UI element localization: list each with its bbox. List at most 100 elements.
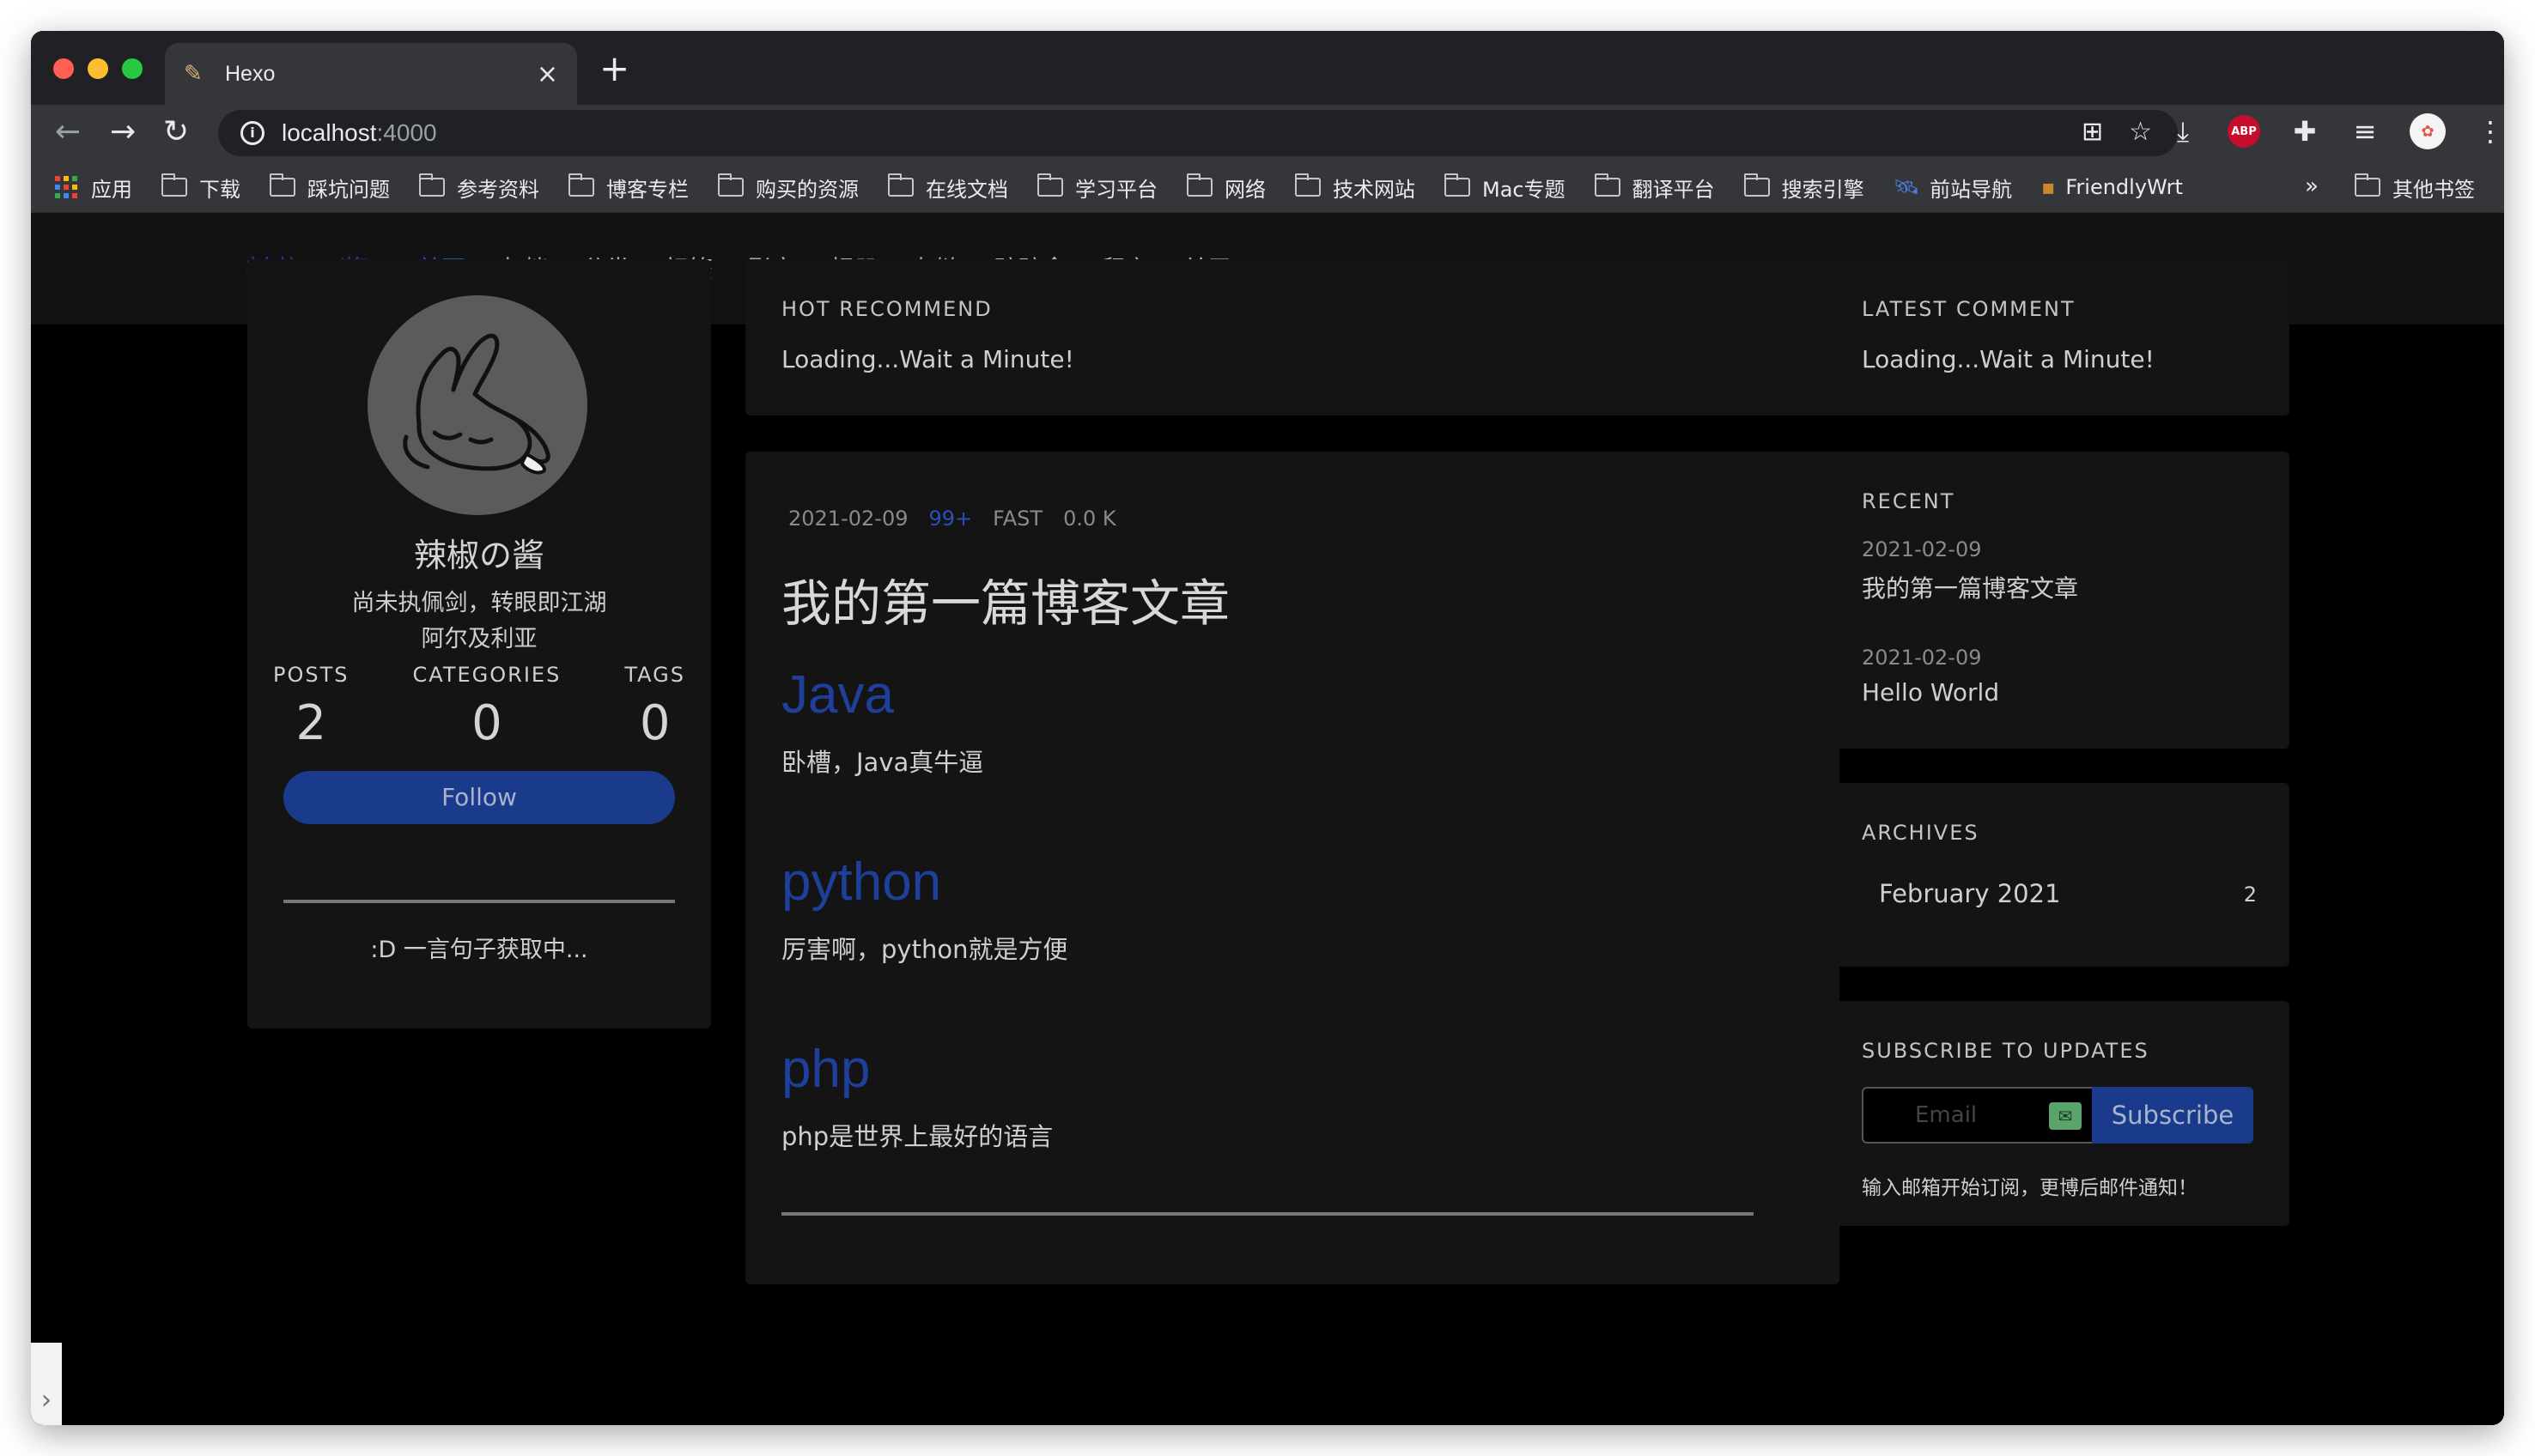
bookmark-label: 技术网站 bbox=[1333, 177, 1415, 202]
address-bar[interactable]: i localhost:4000 ⊞ ☆ bbox=[218, 110, 2178, 156]
divider bbox=[283, 900, 675, 903]
tab-title: Hexo bbox=[225, 61, 276, 86]
url-port: :4000 bbox=[376, 119, 437, 146]
tab-bar: ✎ Hexo × + bbox=[31, 31, 2504, 105]
follow-button[interactable]: Follow bbox=[283, 771, 675, 824]
divider bbox=[781, 1212, 1754, 1216]
loading-text: Loading...Wait a Minute! bbox=[781, 345, 1074, 373]
forward-arrow-icon[interactable]: → bbox=[110, 113, 136, 151]
bookmark-label: 购买的资源 bbox=[756, 177, 859, 202]
subscribe-form: Email ✉ Subscribe bbox=[1862, 1087, 2253, 1144]
media-queue-icon[interactable]: ≡ bbox=[2350, 115, 2380, 148]
bookmark-item[interactable]: 踩坑问题 bbox=[270, 173, 390, 203]
bookmark-label: Mac专题 bbox=[1482, 177, 1565, 202]
bookmark-item[interactable]: 翻译平台 bbox=[1594, 173, 1715, 203]
card-heading: HOT RECOMMEND bbox=[781, 297, 993, 321]
extensions-puzzle-icon[interactable]: ✚ bbox=[2289, 115, 2320, 148]
bookmark-star-icon[interactable]: ☆ bbox=[2129, 117, 2152, 147]
profile-avatar-icon[interactable]: ✿ bbox=[2410, 113, 2446, 149]
zoom-window-button[interactable] bbox=[122, 58, 143, 79]
close-window-button[interactable] bbox=[53, 58, 74, 79]
minimize-window-button[interactable] bbox=[88, 58, 108, 79]
bookmark-label: 前站导航 bbox=[1930, 177, 2013, 202]
card-heading: ARCHIVES bbox=[1862, 821, 1979, 845]
email-field[interactable]: Email ✉ bbox=[1862, 1087, 2092, 1144]
more-menu-icon[interactable]: ⋮ bbox=[2475, 115, 2504, 148]
card-heading: SUBSCRIBE TO UPDATES bbox=[1862, 1039, 2149, 1063]
site-info-icon[interactable]: i bbox=[240, 121, 264, 145]
mail-icon: ✉ bbox=[2049, 1102, 2082, 1130]
folder-icon bbox=[1187, 173, 1213, 197]
folder-icon bbox=[1444, 173, 1470, 197]
reload-icon[interactable]: ↻ bbox=[163, 113, 189, 151]
bookmark-item[interactable]: 参考资料 bbox=[419, 173, 539, 203]
other-bookmarks-label: 其他书签 bbox=[2392, 177, 2475, 202]
subscribe-button[interactable]: Subscribe bbox=[2092, 1087, 2253, 1144]
bookmark-item[interactable]: ▪ FriendlyWrt bbox=[2041, 175, 2183, 199]
archives-card: ARCHIVES February 2021 2 bbox=[1826, 783, 2289, 967]
new-tab-icon[interactable]: + bbox=[599, 51, 629, 87]
download-icon[interactable]: ⤓ bbox=[2167, 115, 2198, 149]
close-tab-icon[interactable]: × bbox=[537, 59, 558, 89]
stat-label: CATEGORIES bbox=[412, 663, 562, 687]
section-body: 卧槽，Java真牛逼 bbox=[781, 748, 984, 777]
bookmark-item[interactable]: 下载 bbox=[161, 173, 240, 203]
profile-motto: 尚未执佩剑，转眼即江湖 bbox=[351, 590, 607, 616]
stat-categories[interactable]: CATEGORIES 0 bbox=[413, 663, 562, 751]
folder-icon bbox=[888, 173, 914, 197]
recent-post-title: 我的第一篇博客文章 bbox=[1862, 574, 2079, 603]
bookmarks-bar: 应用 下载 踩坑问题 参考资料 博客专栏 购买的资源 在线文档 学习平台 网络 技术网站 Mac专题… bbox=[31, 161, 2504, 213]
other-bookmarks[interactable]: 其他书签 bbox=[2355, 161, 2475, 213]
card-heading: LATEST COMMENT bbox=[1862, 297, 2076, 321]
hexo-favicon-icon: ✎ bbox=[184, 61, 203, 87]
bookmark-item[interactable]: 在线文档 bbox=[888, 173, 1008, 203]
adblock-icon[interactable]: ABP bbox=[2228, 115, 2260, 148]
translate-icon[interactable]: ⊞ bbox=[2082, 117, 2103, 147]
bookmark-label: 学习平台 bbox=[1075, 177, 1158, 202]
post-card: 2021-02-09 99+ FAST 0.0 K 我的第一篇博客文章 Java… bbox=[745, 452, 1839, 1284]
apps-grid-icon bbox=[55, 176, 77, 198]
stat-label: TAGS bbox=[624, 663, 685, 687]
recent-post-date: 2021-02-09 bbox=[1862, 646, 1982, 670]
card-heading: RECENT bbox=[1862, 489, 1955, 513]
profile-card: 辣椒の酱 尚未执佩剑，转眼即江湖 阿尔及利亚 POSTS 2 CATEGORIE… bbox=[247, 259, 711, 1028]
url-host: localhost bbox=[282, 119, 377, 146]
post-title[interactable]: 我的第一篇博客文章 bbox=[781, 563, 1230, 635]
bookmarks-overflow-button[interactable]: » bbox=[2305, 173, 2319, 199]
bookmark-label: 踩坑问题 bbox=[307, 177, 390, 202]
bookmarks-list: 应用 下载 踩坑问题 参考资料 博客专栏 购买的资源 在线文档 学习平台 网络 技术网站 Mac专题… bbox=[55, 161, 2183, 213]
bookmark-item[interactable]: 学习平台 bbox=[1037, 173, 1158, 203]
bookmark-item[interactable]: 技术网站 bbox=[1295, 173, 1415, 203]
bookmark-item[interactable]: 应用 bbox=[55, 173, 132, 203]
bookmark-label: 博客专栏 bbox=[606, 177, 689, 202]
recent-post-date: 2021-02-09 bbox=[1862, 537, 1982, 561]
recent-posts-card: RECENT 2021-02-09 我的第一篇博客文章 2021-02-09 H… bbox=[1826, 452, 2289, 749]
profile-location: 阿尔及利亚 bbox=[421, 626, 538, 652]
stat-label: POSTS bbox=[273, 663, 350, 687]
stat-tags[interactable]: TAGS 0 bbox=[624, 663, 685, 751]
folder-icon bbox=[270, 173, 295, 197]
profile-name: 辣椒の酱 bbox=[413, 537, 544, 574]
bookmark-label: 参考资料 bbox=[457, 177, 539, 202]
bookmark-item[interactable]: 搜索引擎 bbox=[1743, 173, 1864, 203]
browser-tab[interactable]: ✎ Hexo × bbox=[165, 43, 577, 105]
archive-item[interactable]: February 2021 2 bbox=[1879, 879, 2257, 908]
recent-post-item[interactable]: 2021-02-09 我的第一篇博客文章 bbox=[1862, 537, 2078, 604]
bookmark-item[interactable]: Mac专题 bbox=[1444, 173, 1565, 203]
bookmark-label: 翻译平台 bbox=[1632, 177, 1715, 202]
recent-post-item[interactable]: 2021-02-09 Hello World bbox=[1862, 646, 1999, 707]
back-arrow-icon[interactable]: ← bbox=[55, 113, 81, 151]
section-body: 厉害啊，python就是方便 bbox=[781, 935, 1068, 964]
folder-icon bbox=[1037, 173, 1063, 197]
post-section: php php是世界上最好的语言 bbox=[781, 1039, 1053, 1153]
bookmark-item[interactable]: 购买的资源 bbox=[718, 173, 859, 203]
latest-comment-card: LATEST COMMENT Loading...Wait a Minute! bbox=[1826, 259, 2289, 416]
bookmark-item[interactable]: 网络 bbox=[1187, 173, 1266, 203]
post-meta: 2021-02-09 99+ FAST 0.0 K bbox=[788, 507, 1116, 531]
loading-text: Loading...Wait a Minute! bbox=[1862, 345, 2155, 373]
sidebar-toggle-chevron-icon[interactable]: › bbox=[31, 1343, 62, 1425]
bookmark-item[interactable]: 🛰 前站导航 bbox=[1894, 173, 2012, 203]
bookmark-item[interactable]: 博客专栏 bbox=[568, 173, 689, 203]
stat-posts[interactable]: POSTS 2 bbox=[273, 663, 350, 751]
bookmark-label: 搜索引擎 bbox=[1781, 177, 1864, 202]
